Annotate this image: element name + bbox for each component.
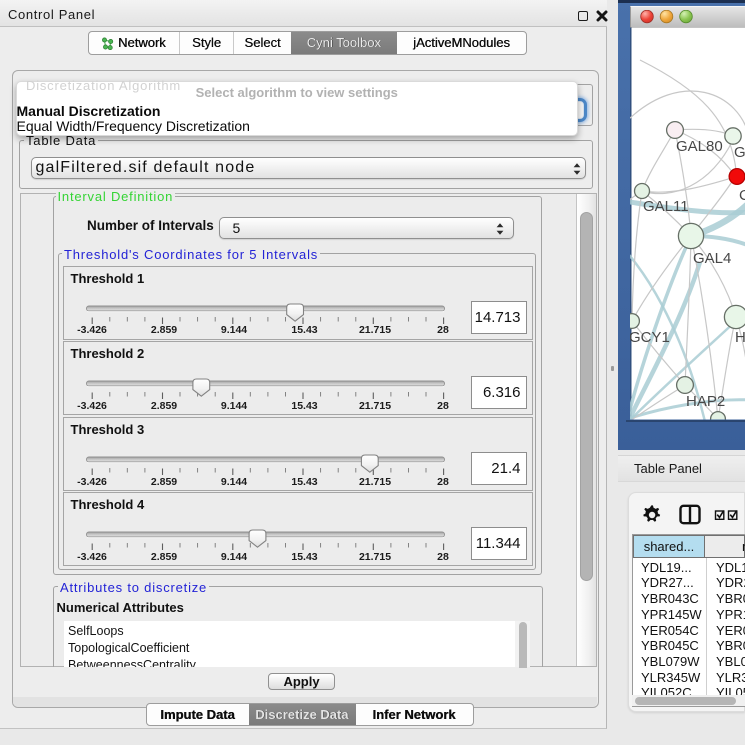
- svg-text:GCY1: GCY1: [629, 329, 670, 346]
- svg-text:H: H: [735, 329, 745, 346]
- svg-text:GAL4: GAL4: [693, 250, 731, 267]
- svg-text:GA: GA: [734, 144, 745, 161]
- svg-text:HAP2: HAP2: [686, 393, 725, 410]
- svg-text:GAL11: GAL11: [643, 198, 689, 215]
- svg-text:GAL80: GAL80: [676, 138, 723, 155]
- svg-text:C: C: [739, 187, 745, 204]
